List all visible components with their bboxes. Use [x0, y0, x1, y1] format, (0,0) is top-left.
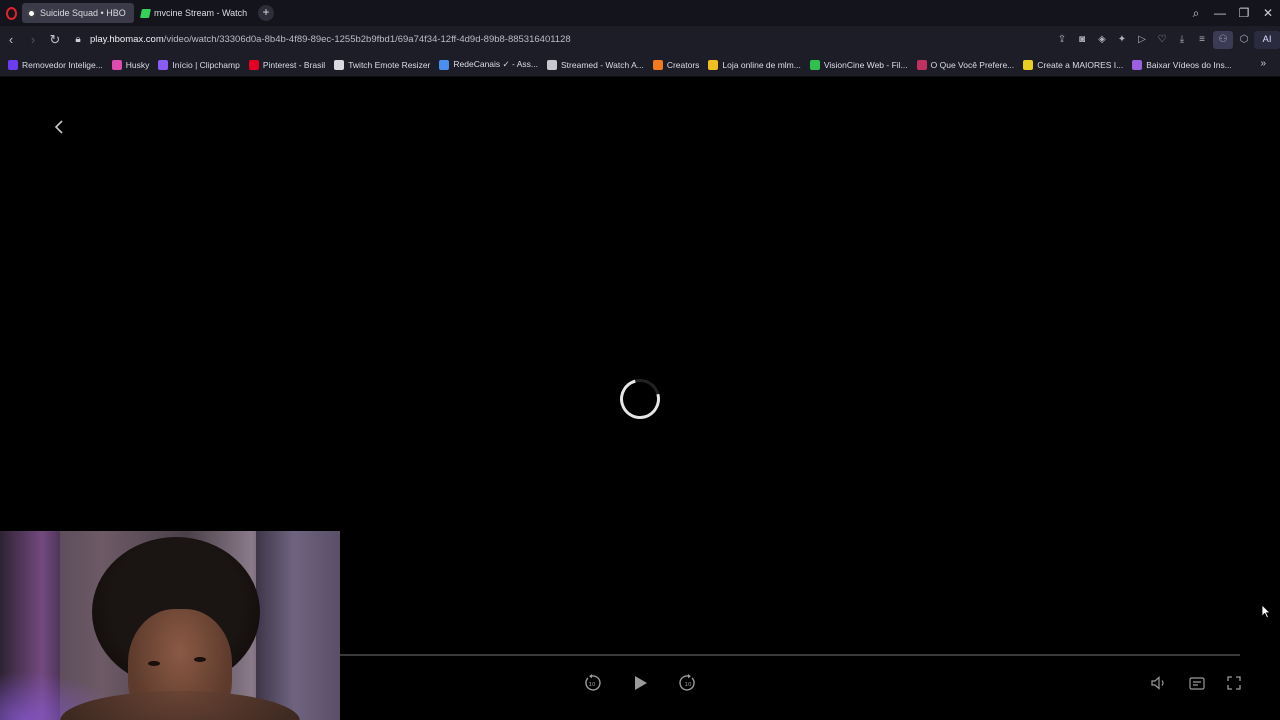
- bookmark-favicon-icon: [1023, 59, 1034, 70]
- bookmark-label: O Que Você Prefere...: [930, 59, 1015, 70]
- menu-icon[interactable]: ≡: [1192, 34, 1212, 45]
- forward-nav-icon[interactable]: ›: [22, 32, 44, 47]
- bookmark-label: Baixar Vídeos do Ins...: [1146, 59, 1232, 70]
- bookmarks-bar: Removedor Intelige... Husky Início | Clipc…: [0, 53, 1280, 77]
- bookmark-favicon-icon: [652, 59, 663, 70]
- forward-10-icon[interactable]: 10: [678, 673, 698, 693]
- tab-bar: Suicide Squad • HBO Max mvcine Stream - …: [0, 0, 1280, 26]
- webcam-eye: [148, 661, 160, 666]
- bookmark-favicon-icon: [439, 59, 450, 70]
- bookmark-label: VisionCine Web - Fil...: [823, 59, 908, 70]
- tab-hbo-max[interactable]: Suicide Squad • HBO Max: [22, 3, 134, 23]
- bookmark-favicon-icon: [547, 59, 557, 70]
- back-nav-icon[interactable]: ‹: [0, 32, 22, 47]
- heart-icon[interactable]: ♡: [1152, 34, 1172, 45]
- bookmark-label: Streamed - Watch A...: [561, 59, 644, 70]
- bookmark-label: Loja online de mlm...: [722, 59, 801, 70]
- bookmark-item[interactable]: Pinterest - Brasil: [248, 59, 326, 70]
- tab-mvcine[interactable]: mvcine Stream - Watch Li: [136, 3, 252, 23]
- bookmark-favicon-icon: [809, 59, 820, 70]
- restore-icon[interactable]: ❐: [1232, 6, 1256, 20]
- search-tabs-icon[interactable]: ⌕: [1184, 6, 1208, 21]
- play-icon[interactable]: [631, 672, 651, 694]
- bookmark-favicon-icon: [248, 59, 259, 70]
- bookmark-favicon-icon: [1132, 59, 1143, 70]
- extension-icon[interactable]: ✦: [1112, 34, 1132, 45]
- reload-icon[interactable]: ↻: [44, 32, 66, 48]
- toolbar: ⇪ ◙ ◈ ✦ ▷ ♡ ⤓ ≡ ⚇ ⬡ AI: [1052, 26, 1280, 53]
- bookmark-label: Husky: [125, 59, 150, 70]
- mouse-cursor-icon: [1261, 604, 1271, 624]
- progress-bar[interactable]: [340, 654, 1240, 656]
- bookmarks-overflow-icon[interactable]: »: [1260, 58, 1266, 69]
- download-icon[interactable]: ⤓: [1172, 34, 1192, 45]
- hbo-favicon-icon: [27, 8, 36, 18]
- bookmark-item[interactable]: Baixar Vídeos do Ins...: [1132, 59, 1232, 70]
- bookmark-item[interactable]: Streamed - Watch A...: [547, 59, 644, 70]
- minimize-icon[interactable]: —: [1208, 6, 1232, 20]
- bookmark-label: RedeCanais ✓ - Ass...: [453, 59, 538, 69]
- url-path: /video/watch/33306d0a-8b4b-4f89-89ec-125…: [163, 34, 571, 45]
- bookmark-favicon-icon: [334, 59, 345, 70]
- address-bar: ‹ › ↻ 🔒︎ play.hbomax.com/video/watch/333…: [0, 26, 1280, 53]
- new-tab-button[interactable]: +: [258, 5, 274, 21]
- bookmark-label: Twitch Emote Resizer: [348, 59, 431, 70]
- share-icon[interactable]: ⇪: [1052, 34, 1072, 45]
- bookmark-label: Removedor Intelige...: [22, 59, 103, 70]
- url-field[interactable]: play.hbomax.com/video/watch/33306d0a-8b4…: [90, 34, 571, 45]
- close-icon[interactable]: ✕: [1256, 6, 1280, 20]
- bookmark-item[interactable]: Create a MAIORES I...: [1023, 59, 1124, 70]
- loading-spinner: [612, 371, 668, 427]
- lock-icon[interactable]: 🔒︎: [70, 34, 86, 45]
- bookmark-item[interactable]: RedeCanais ✓ - Ass...: [439, 59, 538, 70]
- bookmark-item[interactable]: Twitch Emote Resizer: [334, 59, 431, 70]
- window-controls: ⌕ — ❐ ✕: [1184, 0, 1280, 26]
- bookmark-item[interactable]: Loja online de mlm...: [708, 59, 801, 70]
- webcam-overlay: [0, 531, 340, 720]
- mvcine-favicon-icon: [140, 8, 151, 18]
- shield-icon[interactable]: ◈: [1092, 34, 1112, 45]
- cube-icon[interactable]: ⬡: [1234, 34, 1254, 45]
- bookmark-item[interactable]: Removedor Intelige...: [8, 59, 103, 70]
- volume-icon[interactable]: [1149, 674, 1169, 692]
- bookmark-item[interactable]: Início | Clipchamp: [158, 59, 240, 70]
- fullscreen-icon[interactable]: [1224, 674, 1244, 692]
- profile-icon[interactable]: ⚇: [1213, 30, 1233, 49]
- chevron-left-icon[interactable]: [52, 118, 66, 136]
- bookmark-favicon-icon: [158, 59, 169, 70]
- webcam-eye: [194, 657, 206, 662]
- ai-button[interactable]: AI: [1254, 30, 1280, 49]
- bookmark-favicon-icon: [708, 59, 719, 70]
- bookmark-item[interactable]: VisionCine Web - Fil...: [809, 59, 908, 70]
- bookmark-item[interactable]: O Que Você Prefere...: [916, 59, 1015, 70]
- bookmark-label: Create a MAIORES I...: [1037, 59, 1124, 70]
- bookmark-label: Pinterest - Brasil: [262, 59, 326, 70]
- url-host: play.hbomax.com: [90, 34, 164, 45]
- bookmark-item[interactable]: Husky: [111, 59, 150, 70]
- webcam-background: [256, 531, 340, 720]
- tab-title: Suicide Squad • HBO Max: [40, 8, 129, 18]
- bookmark-favicon-icon: [111, 59, 122, 70]
- player-icon[interactable]: ▷: [1132, 34, 1152, 45]
- bookmark-label: Início | Clipchamp: [172, 59, 240, 70]
- subtitles-icon[interactable]: [1187, 674, 1207, 692]
- bookmark-favicon-icon: [916, 59, 927, 70]
- rewind-10-icon[interactable]: 10: [582, 673, 602, 693]
- opera-logo-icon[interactable]: [0, 0, 22, 26]
- snapshot-icon[interactable]: ◙: [1072, 34, 1092, 45]
- bookmark-label: Creators: [666, 59, 700, 70]
- svg-text:10: 10: [685, 682, 692, 688]
- svg-text:10: 10: [589, 682, 596, 688]
- bookmark-favicon-icon: [8, 59, 18, 70]
- bookmark-item[interactable]: Creators: [652, 59, 700, 70]
- tab-title: mvcine Stream - Watch Li: [154, 8, 247, 18]
